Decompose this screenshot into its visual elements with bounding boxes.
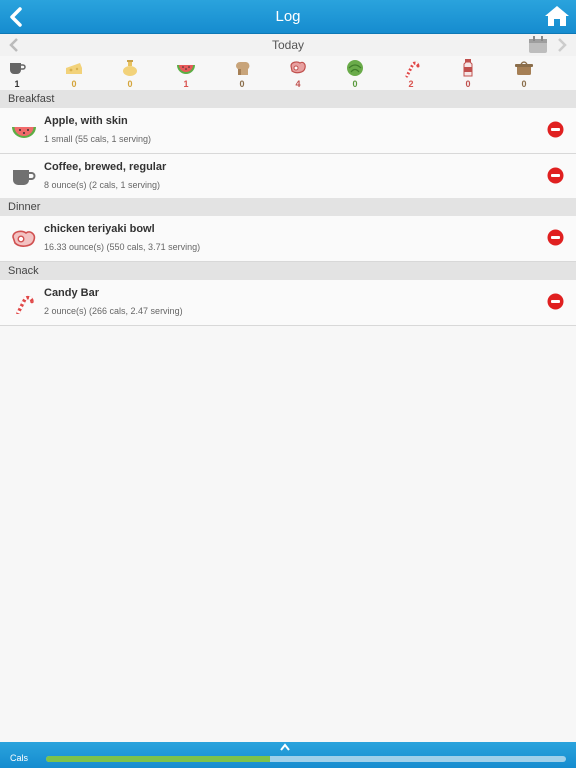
calorie-progress-bar [46,756,566,762]
food-group-count: 1 [183,79,189,89]
calorie-summary-bar[interactable]: Cals [0,742,576,768]
food-name: Coffee, brewed, regular [44,161,167,173]
food-detail: 8 ounce(s) (2 cals, 1 serving) [44,180,161,190]
cup-icon [10,63,26,74]
date-bar: Today [0,34,576,56]
food-group-count: 0 [71,79,77,89]
nav-bar: Log [0,0,576,34]
home-icon[interactable] [544,4,570,28]
food-group-count: 1 [14,79,20,89]
log-entry-row[interactable]: Candy Bar 2 ounce(s) (266 cals, 2.47 ser… [0,280,576,326]
watermelon-icon [12,127,36,138]
food-detail: 2 ounce(s) (266 cals, 2.47 serving) [44,306,183,316]
food-group-grains[interactable]: 0 [222,56,262,90]
food-group-summary: 1 0 0 1 0 4 0 2 0 0 [0,56,576,90]
remove-icon[interactable] [547,229,564,246]
vegetable-icon [347,60,363,76]
food-name: chicken teriyaki bowl [44,223,155,235]
date-label: Today [271,38,305,52]
candy-cane-icon [16,295,34,314]
candy-cane-icon [405,61,420,78]
food-group-sweets[interactable]: 2 [391,56,431,90]
page-title: Log [275,8,301,25]
food-group-count: 0 [239,79,245,89]
food-group-drinks[interactable]: 0 [448,56,488,90]
food-group-count: 4 [295,79,301,89]
food-group-dairy[interactable]: 0 [54,56,94,90]
food-detail: 16.33 ounce(s) (550 cals, 3.71 serving) [44,242,201,252]
food-group-count: 0 [352,79,358,89]
meat-icon [12,230,36,247]
food-group-fruit[interactable]: 1 [166,56,206,90]
calorie-progress-fill [46,756,270,762]
chevron-right-icon[interactable] [556,37,568,53]
food-group-count: 2 [408,79,414,89]
bowl-icon [515,61,533,75]
remove-icon[interactable] [547,167,564,184]
log-entry-row[interactable]: Coffee, brewed, regular 8 ounce(s) (2 ca… [0,154,576,200]
log-entry-row[interactable]: Apple, with skin 1 small (55 cals, 1 ser… [0,108,576,154]
cals-label: Cals [10,753,29,763]
section-header-breakfast: Breakfast [0,90,576,108]
chevron-up-icon[interactable] [279,743,291,751]
food-name: Candy Bar [44,287,100,299]
food-group-cup[interactable]: 1 [0,56,37,90]
food-group-other[interactable]: 0 [504,56,544,90]
food-group-count: 0 [521,79,527,89]
food-group-count: 0 [127,79,133,89]
bread-icon [236,62,250,75]
section-header-dinner: Dinner [0,198,576,216]
food-name: Apple, with skin [44,115,128,127]
section-header-snack: Snack [0,262,576,280]
remove-icon[interactable] [547,121,564,138]
food-group-oils[interactable]: 0 [110,56,150,90]
food-detail: 1 small (55 cals, 1 serving) [44,134,152,144]
calendar-icon[interactable] [528,36,548,54]
cheese-icon [66,63,82,74]
oil-icon [123,60,137,76]
log-entry-row[interactable]: chicken teriyaki bowl 16.33 ounce(s) (55… [0,216,576,262]
food-group-protein[interactable]: 4 [278,56,318,90]
remove-icon[interactable] [547,293,564,310]
cup-icon [13,170,36,185]
watermelon-icon [177,65,195,74]
food-group-count: 0 [465,79,471,89]
milk-bottle-icon [463,59,473,77]
food-group-vegetables[interactable]: 0 [335,56,375,90]
meat-icon [290,61,306,74]
